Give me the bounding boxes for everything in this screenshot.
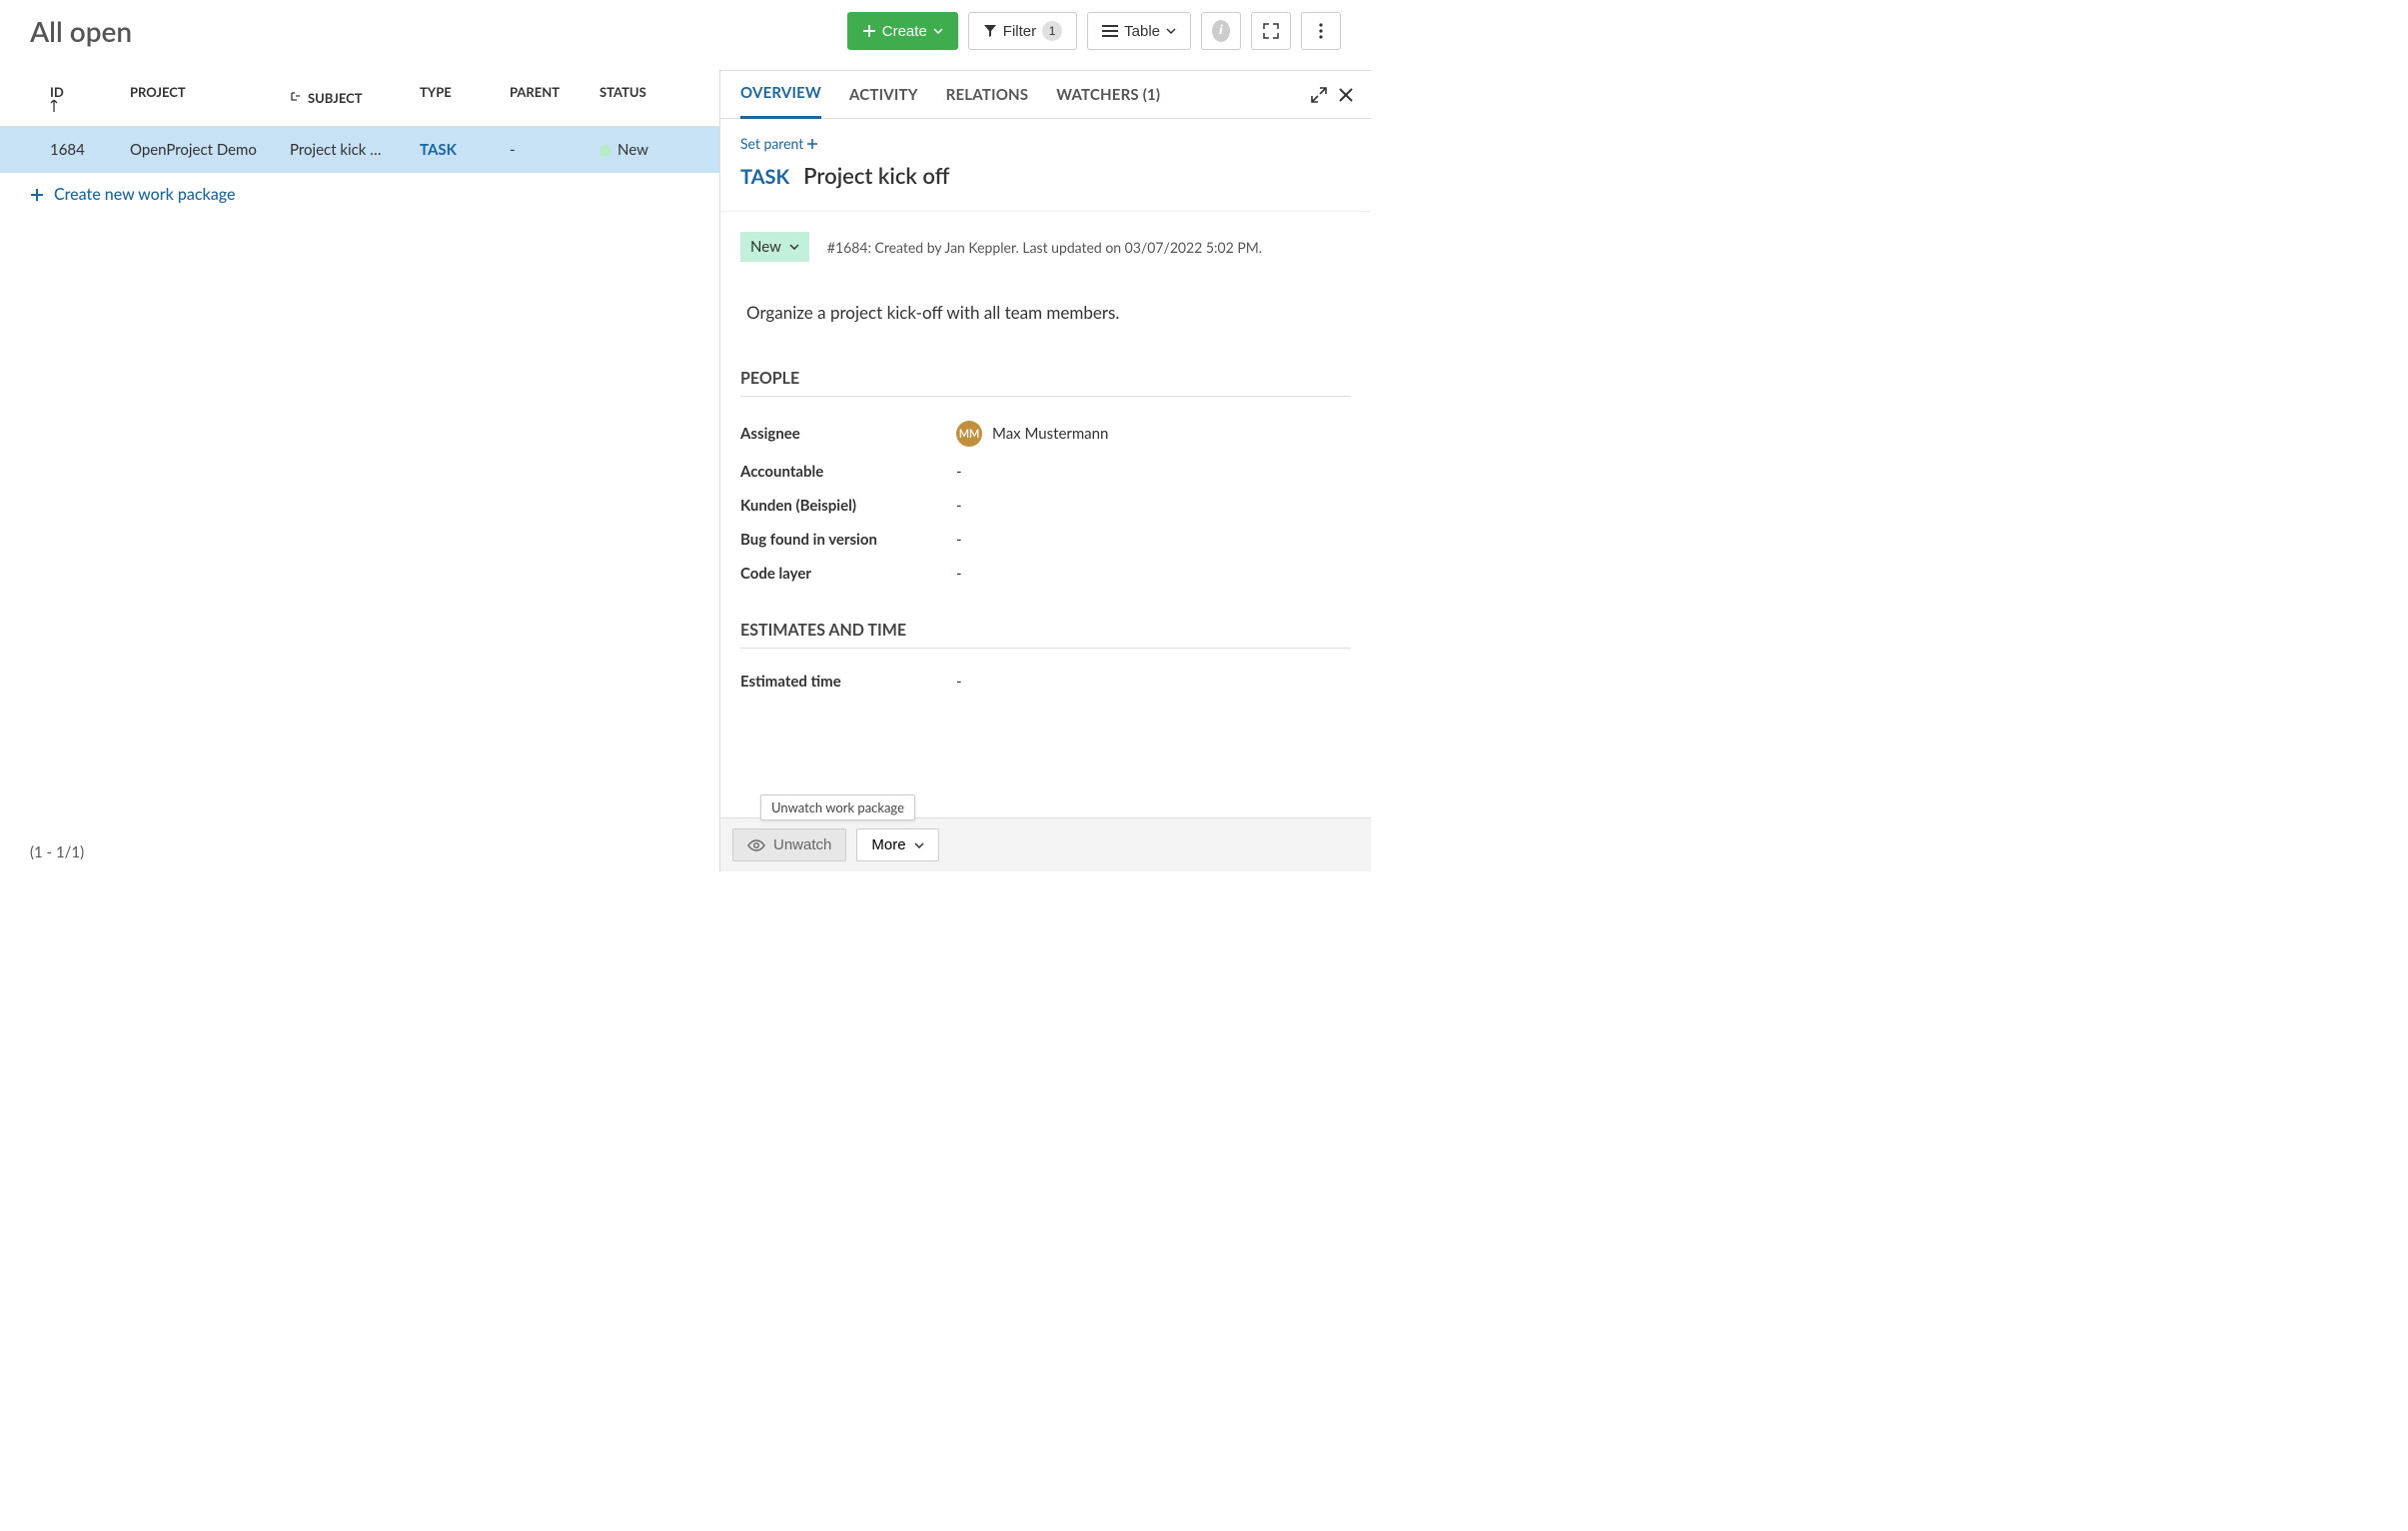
col-header-status[interactable]: STATUS [600,84,679,112]
field-bug-version-value: - [956,531,962,549]
expand-icon [1263,23,1279,39]
tab-relations[interactable]: RELATIONS [946,72,1029,118]
cell-status-text: New [617,141,648,159]
caret-down-icon [914,842,924,848]
create-new-work-package[interactable]: Create new work package [0,173,719,216]
col-header-project[interactable]: PROJECT [130,84,290,112]
field-code-layer-label: Code layer [740,565,956,583]
work-package-description[interactable]: Organize a project kick-off with all tea… [746,302,1351,323]
fullscreen-button[interactable] [1251,12,1291,50]
caret-down-icon [933,28,943,34]
detail-tabs: OVERVIEW ACTIVITY RELATIONS WATCHERS (1) [720,71,1371,119]
field-accountable-label: Accountable [740,463,956,481]
info-icon: i [1212,20,1230,42]
field-code-layer[interactable]: Code layer - [740,557,1351,591]
work-package-table: ID PROJECT SUBJECT TYPE PARENT STATUS 16… [0,70,719,871]
section-people-title: PEOPLE [740,369,1351,397]
detail-footer: Unwatch work package Unwatch More [720,817,1371,871]
view-mode-button[interactable]: Table [1087,12,1191,50]
avatar: MM [956,421,982,447]
filter-count-badge: 1 [1042,21,1062,41]
more-menu-button[interactable] [1301,12,1341,50]
col-header-subject-label: SUBJECT [308,90,363,106]
set-parent-link[interactable]: Set parent [740,135,1351,152]
col-header-parent[interactable]: PARENT [510,84,600,112]
work-package-title[interactable]: Project kick off [803,162,949,189]
set-parent-label: Set parent [740,135,803,152]
caret-down-icon [1166,28,1176,34]
field-assignee-value: Max Mustermann [992,425,1108,443]
create-label: Create [882,23,927,40]
table-header: ID PROJECT SUBJECT TYPE PARENT STATUS [0,70,719,127]
hierarchy-icon [290,92,302,104]
create-button[interactable]: Create [847,12,958,50]
col-header-type[interactable]: TYPE [420,84,510,112]
plus-icon [862,24,876,38]
status-dot-icon [600,145,611,157]
detail-panel: OVERVIEW ACTIVITY RELATIONS WATCHERS (1)… [719,70,1371,871]
cell-type: TASK [420,141,510,159]
cell-status: New [600,141,679,159]
info-button[interactable]: i [1201,12,1241,50]
cell-subject: Project kick … [290,141,420,159]
filter-label: Filter [1003,23,1036,40]
field-kunden-value: - [956,497,962,515]
filter-icon [983,24,997,38]
col-header-id[interactable]: ID [20,84,130,112]
create-new-label: Create new work package [54,185,235,204]
close-detail-icon[interactable] [1339,88,1353,102]
cell-project: OpenProject Demo [130,141,290,159]
field-assignee[interactable]: Assignee MM Max Mustermann [740,413,1351,455]
caret-down-icon [789,244,799,250]
eye-icon [747,839,765,851]
section-estimates-title: ESTIMATES AND TIME [740,621,1351,649]
unwatch-tooltip: Unwatch work package [760,794,915,820]
col-header-id-label: ID [50,84,64,100]
expand-detail-icon[interactable] [1311,87,1327,103]
page-title: All open [30,14,132,48]
field-estimated-time[interactable]: Estimated time - [740,665,1351,699]
tab-overview[interactable]: OVERVIEW [740,70,821,119]
field-accountable[interactable]: Accountable - [740,455,1351,489]
field-kunden[interactable]: Kunden (Beispiel) - [740,489,1351,523]
field-bug-version-label: Bug found in version [740,531,956,549]
tab-activity[interactable]: ACTIVITY [849,72,918,118]
status-text: New [750,238,781,256]
cell-id: 1684 [20,141,130,159]
plus-icon [807,139,817,149]
more-label: More [871,836,905,853]
field-code-layer-value: - [956,565,962,583]
cell-parent: - [510,141,600,159]
plus-icon [30,188,44,202]
list-icon [1102,25,1118,37]
kebab-icon [1319,23,1323,39]
tab-watchers[interactable]: WATCHERS (1) [1056,72,1160,118]
work-package-meta: #1684: Created by Jan Keppler. Last upda… [827,239,1262,256]
field-estimated-time-label: Estimated time [740,673,956,691]
field-bug-version[interactable]: Bug found in version - [740,523,1351,557]
field-estimated-time-value: - [956,673,962,691]
field-assignee-label: Assignee [740,425,956,443]
unwatch-label: Unwatch [773,836,831,853]
unwatch-button[interactable]: Unwatch [732,828,846,861]
filter-button[interactable]: Filter 1 [968,12,1077,50]
field-kunden-label: Kunden (Beispiel) [740,497,956,515]
view-mode-label: Table [1124,23,1160,40]
toolbar: Create Filter 1 Table i [847,12,1341,50]
work-package-type[interactable]: TASK [740,165,789,189]
col-header-subject[interactable]: SUBJECT [290,84,420,112]
status-selector[interactable]: New [740,232,809,262]
sort-asc-icon [50,100,130,112]
table-row[interactable]: 1684 OpenProject Demo Project kick … TAS… [0,127,719,173]
field-accountable-value: - [956,463,962,481]
pagination: (1 - 1/1) [30,843,84,861]
more-button[interactable]: More [856,828,938,861]
